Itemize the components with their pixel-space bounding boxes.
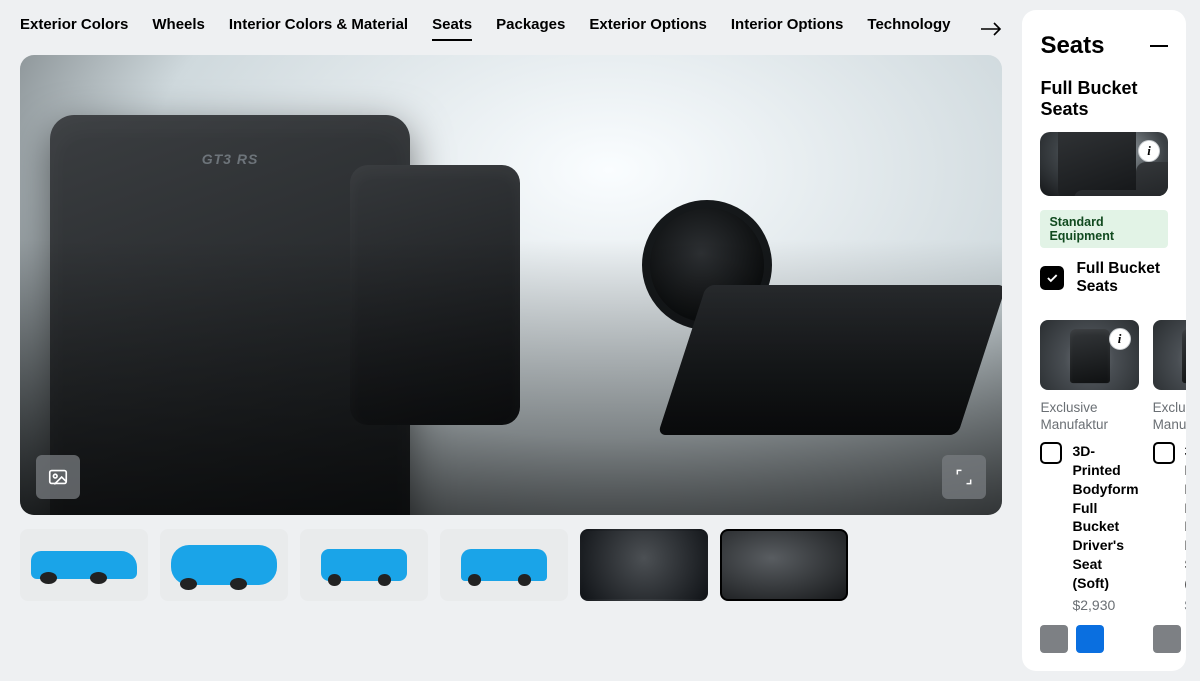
thumb-top[interactable]	[160, 529, 288, 601]
standard-equipment-badge: Standard Equipment	[1040, 210, 1168, 248]
standard-option-checkbox[interactable]	[1040, 266, 1064, 290]
option-soft-swatches	[1040, 625, 1138, 653]
tab-packages[interactable]: Packages	[496, 16, 565, 41]
option-soft: i Exclusive Manufaktur 3D-Printed Bodyfo…	[1040, 320, 1138, 653]
option-soft-brand: Exclusive Manufaktur	[1040, 400, 1138, 434]
thumb-front[interactable]	[440, 529, 568, 601]
option-medium: i Exclusive Manufaktur 3D-Printed Bodyfo…	[1153, 320, 1186, 653]
preview-steering-wheel	[642, 200, 772, 330]
collapse-button[interactable]	[1150, 45, 1168, 47]
image-icon	[47, 466, 69, 488]
tab-interior-colors[interactable]: Interior Colors & Material	[229, 16, 408, 41]
preview-driver-seat	[50, 115, 410, 515]
thumb-dashboard[interactable]	[580, 529, 708, 601]
tab-exterior-options[interactable]: Exterior Options	[589, 16, 707, 41]
tabs-scroll-right[interactable]	[980, 22, 1002, 36]
info-icon: i	[1118, 331, 1122, 347]
sidebar-title: Seats	[1040, 32, 1104, 60]
swatch-grey[interactable]	[1040, 625, 1068, 653]
option-medium-swatches	[1153, 625, 1186, 653]
arrow-right-icon	[980, 22, 1002, 36]
preview-dashboard	[658, 285, 1002, 435]
preview-passenger-seat	[350, 165, 520, 425]
section-heading: Full Bucket Seats	[1040, 78, 1168, 120]
option-medium-name: 3D-Printed Bodyform Full Bucket Driver's…	[1185, 442, 1186, 593]
fullscreen-button[interactable]	[942, 455, 986, 499]
gallery-button[interactable]	[36, 455, 80, 499]
tab-exterior-colors[interactable]: Exterior Colors	[20, 16, 128, 41]
option-medium-brand: Exclusive Manufaktur	[1153, 400, 1186, 434]
swatch-blue[interactable]	[1076, 625, 1104, 653]
expand-icon	[954, 467, 974, 487]
check-icon	[1045, 271, 1059, 285]
main-panel: Exterior Colors Wheels Interior Colors &…	[0, 0, 1022, 681]
option-soft-price: $2,930	[1072, 597, 1138, 613]
option-soft-checkbox[interactable]	[1040, 442, 1062, 464]
tab-technology[interactable]: Technology	[867, 16, 950, 41]
option-soft-name: 3D-Printed Bodyform Full Bucket Driver's…	[1072, 442, 1138, 593]
tab-seats[interactable]: Seats	[432, 16, 472, 41]
thumb-seats[interactable]	[720, 529, 848, 601]
option-medium-checkbox[interactable]	[1153, 442, 1175, 464]
sidebar-panel: Seats Full Bucket Seats i Standard Equip…	[1022, 10, 1186, 671]
thumbnail-strip	[20, 529, 1002, 601]
swatch-grey[interactable]	[1153, 625, 1181, 653]
option-soft-info[interactable]: i	[1109, 328, 1131, 350]
option-medium-image: i	[1153, 320, 1186, 390]
info-button[interactable]: i	[1138, 140, 1160, 162]
option-medium-price: $2,930	[1185, 597, 1186, 613]
standard-option-row[interactable]: Full Bucket Seats	[1040, 260, 1168, 296]
info-icon: i	[1147, 143, 1151, 159]
vehicle-preview	[20, 55, 1002, 515]
tab-wheels[interactable]: Wheels	[152, 16, 205, 41]
config-tabs: Exterior Colors Wheels Interior Colors &…	[20, 16, 1002, 41]
thumb-side[interactable]	[20, 529, 148, 601]
thumb-rear[interactable]	[300, 529, 428, 601]
standard-option-label: Full Bucket Seats	[1076, 260, 1168, 296]
option-preview-image: i	[1040, 132, 1168, 196]
seat-options: i Exclusive Manufaktur 3D-Printed Bodyfo…	[1040, 320, 1168, 653]
tab-interior-options[interactable]: Interior Options	[731, 16, 844, 41]
option-soft-image: i	[1040, 320, 1138, 390]
